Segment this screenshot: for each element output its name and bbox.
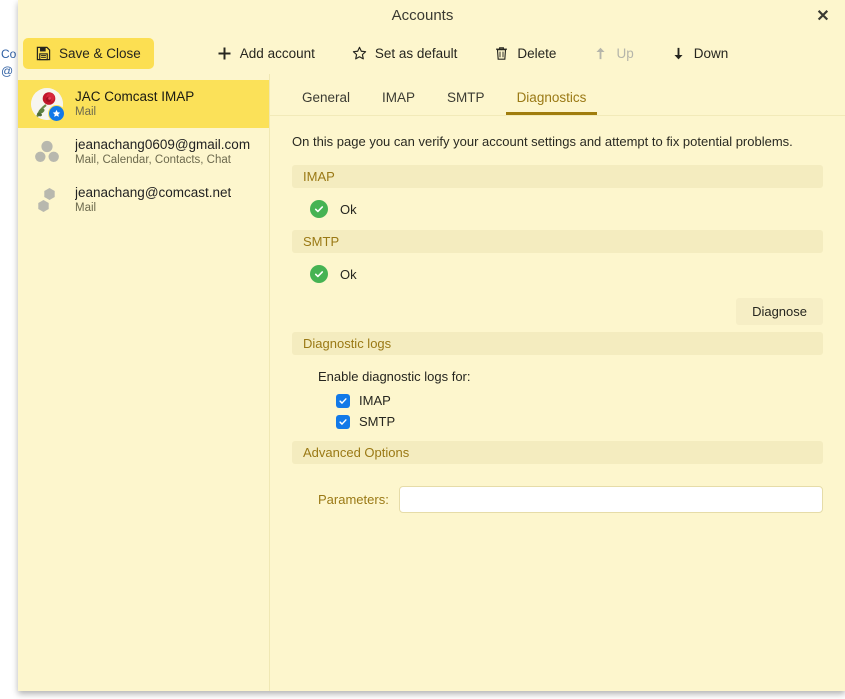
smtp-status-row: Ok: [292, 253, 823, 295]
checkbox-row-imap[interactable]: IMAP: [336, 393, 391, 408]
rose-photo-avatar: [30, 87, 65, 122]
smtp-section-header: SMTP: [292, 230, 823, 253]
move-up-button[interactable]: Up: [582, 39, 644, 69]
account-name: JAC Comcast IMAP: [75, 89, 195, 104]
save-and-close-button[interactable]: Save & Close: [23, 38, 154, 69]
diagnostic-logs-body: Enable diagnostic logs for: IMAP SMTP: [292, 355, 823, 441]
dialog-titlebar: Accounts ✕: [18, 0, 845, 33]
floppy-disk-save-icon: [36, 46, 51, 61]
accounts-dialog: Accounts ✕ Save & Close Add account Set …: [18, 0, 845, 691]
imap-status-row: Ok: [292, 188, 823, 230]
diagnostics-panel: On this page you can verify your account…: [270, 116, 845, 691]
advanced-options-section-header: Advanced Options: [292, 441, 823, 464]
sidebar-item-gmail-account[interactable]: jeanachang0609@gmail.com Mail, Calendar,…: [18, 128, 269, 176]
smtp-status-text: Ok: [340, 266, 357, 282]
save-and-close-label: Save & Close: [59, 46, 141, 61]
accounts-sidebar: JAC Comcast IMAP Mail jeanachang0609@gma…: [18, 74, 270, 691]
plus-icon: [217, 46, 232, 61]
generic-contacts-avatar: [30, 135, 64, 169]
account-services: Mail, Calendar, Contacts, Chat: [75, 154, 231, 166]
imap-log-checkbox[interactable]: [336, 393, 350, 408]
settings-tabstrip: General IMAP SMTP Diagnostics: [270, 74, 845, 116]
account-services: Mail: [75, 106, 97, 118]
arrow-down-icon: [671, 46, 686, 61]
generic-hexagon-avatar: [30, 183, 64, 217]
dialog-toolbar: Save & Close Add account Set as default: [18, 33, 845, 74]
checkbox-row-smtp[interactable]: SMTP: [336, 414, 395, 429]
green-check-circle-icon: [310, 265, 328, 283]
green-check-circle-icon: [310, 200, 328, 218]
account-texts: JAC Comcast IMAP Mail: [75, 88, 194, 120]
delete-label: Delete: [517, 46, 557, 61]
account-texts: jeanachang@comcast.net Mail: [75, 184, 231, 216]
diagnose-button[interactable]: Diagnose: [736, 298, 823, 325]
imap-log-label: IMAP: [359, 393, 391, 408]
tab-general[interactable]: General: [286, 90, 366, 115]
advanced-options-body: Parameters:: [292, 464, 823, 513]
star-outline-icon: [352, 46, 367, 61]
diagnostic-logs-section-header: Diagnostic logs: [292, 332, 823, 355]
add-account-button[interactable]: Add account: [206, 39, 326, 69]
background-text-fragment-1: Co: [1, 47, 17, 61]
account-name: jeanachang0609@gmail.com: [75, 137, 251, 152]
sidebar-item-comcast-account[interactable]: jeanachang@comcast.net Mail: [18, 176, 269, 224]
move-up-label: Up: [616, 46, 634, 61]
star-badge-icon: [48, 105, 65, 122]
account-services: Mail: [75, 202, 97, 214]
dialog-title: Accounts: [391, 7, 454, 24]
trash-can-icon: [494, 46, 509, 61]
imap-status-text: Ok: [340, 201, 357, 217]
background-text-fragment-2: @: [1, 64, 14, 78]
tab-imap[interactable]: IMAP: [366, 90, 431, 115]
account-texts: jeanachang0609@gmail.com Mail, Calendar,…: [75, 136, 250, 168]
move-down-label: Down: [693, 46, 729, 61]
move-down-button[interactable]: Down: [660, 39, 740, 69]
enable-logs-label: Enable diagnostic logs for:: [318, 369, 471, 384]
parameters-input[interactable]: [398, 486, 823, 513]
content-pane: General IMAP SMTP Diagnostics On this pa…: [270, 74, 845, 691]
set-as-default-label: Set as default: [374, 46, 458, 61]
smtp-log-checkbox[interactable]: [336, 414, 350, 429]
sidebar-item-jac-comcast-imap[interactable]: JAC Comcast IMAP Mail: [18, 80, 269, 128]
dialog-body: JAC Comcast IMAP Mail jeanachang0609@gma…: [18, 74, 845, 691]
imap-section-header: IMAP: [292, 165, 823, 188]
tab-diagnostics[interactable]: Diagnostics: [501, 90, 603, 115]
parameters-label: Parameters:: [318, 492, 389, 507]
add-account-label: Add account: [239, 46, 315, 61]
set-as-default-button[interactable]: Set as default: [341, 39, 469, 69]
close-icon[interactable]: ✕: [807, 2, 839, 30]
tab-smtp[interactable]: SMTP: [431, 90, 501, 115]
account-name: jeanachang@comcast.net: [75, 185, 232, 200]
diagnostics-intro-text: On this page you can verify your account…: [292, 134, 793, 149]
diagnose-button-row: Diagnose: [292, 298, 823, 325]
arrow-up-icon: [593, 46, 608, 61]
delete-button[interactable]: Delete: [483, 39, 567, 69]
smtp-log-label: SMTP: [359, 414, 396, 429]
